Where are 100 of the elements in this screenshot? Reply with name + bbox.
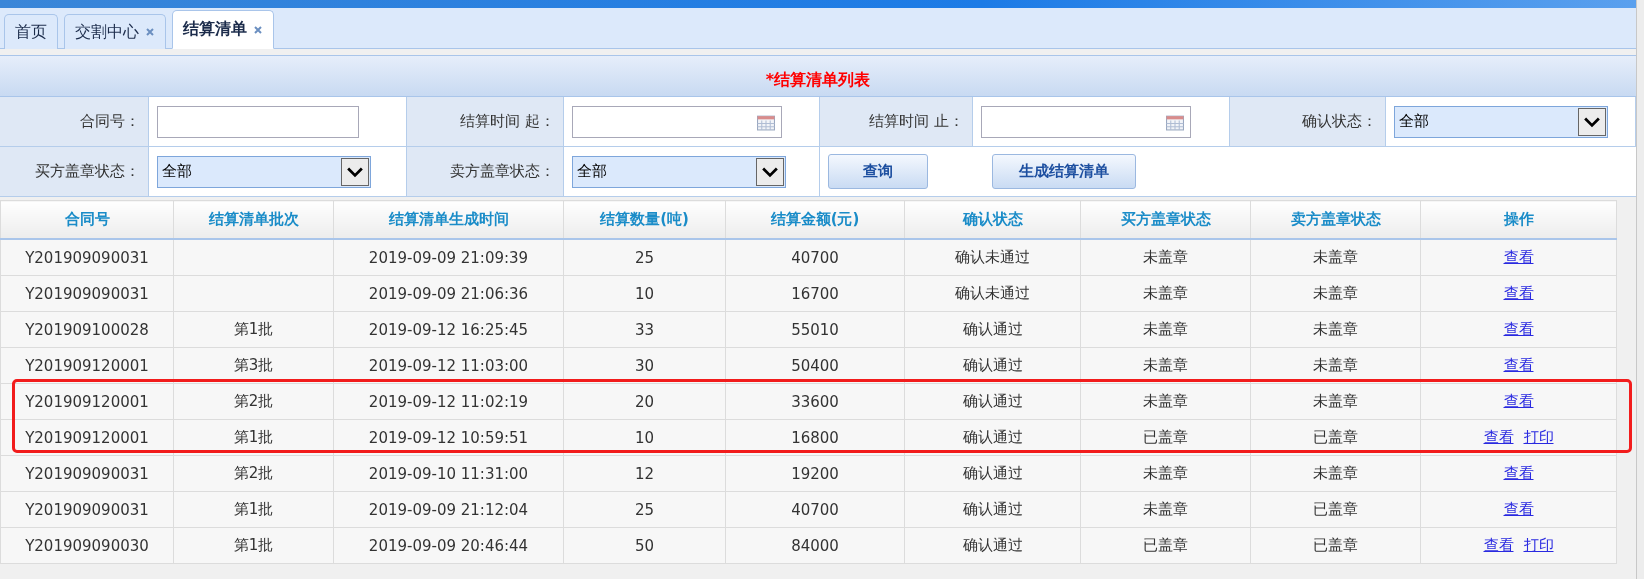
table-cell: 40700 <box>791 248 839 267</box>
link[interactable]: 查看 <box>1503 356 1534 374</box>
date-field[interactable] <box>981 105 1191 138</box>
table-cell: 12 <box>634 464 655 483</box>
panel-title: *结算清单列表 <box>765 70 871 91</box>
close-icon[interactable] <box>145 27 155 37</box>
table-cell: 已盖章 <box>1313 428 1358 446</box>
column-header: 买方盖章状态 <box>1080 200 1251 239</box>
column-header: 确认状态 <box>904 200 1081 239</box>
table-cell: 未盖章 <box>1143 284 1188 302</box>
table-cell: 未盖章 <box>1313 356 1358 374</box>
tab[interactable]: 交割中心 <box>64 14 166 49</box>
table-cell: 未盖章 <box>1143 500 1188 518</box>
link[interactable]: 查看 <box>1503 320 1534 338</box>
field-label: 卖方盖章状态： <box>450 162 555 181</box>
link[interactable]: 打印 <box>1523 428 1554 446</box>
link[interactable]: 查看 <box>1503 248 1534 266</box>
table-cell: 33 <box>634 320 655 339</box>
table-cell: 2019-09-12 11:02:19 <box>368 392 529 411</box>
table-cell: Y201909090031 <box>25 248 149 267</box>
column-header: 结算清单批次 <box>173 200 334 239</box>
table-cell: 确认通过 <box>962 392 1023 410</box>
table-cell: 2019-09-09 21:09:39 <box>368 248 529 267</box>
table-cell: 第2批 <box>233 392 274 410</box>
table-cell: 第1批 <box>233 320 274 338</box>
link[interactable]: 查看 <box>1483 536 1514 554</box>
table-cell: 未盖章 <box>1313 464 1358 482</box>
link[interactable]: 打印 <box>1523 536 1554 554</box>
column-header: 卖方盖章状态 <box>1250 200 1421 239</box>
chevron-down-icon[interactable] <box>1578 107 1606 136</box>
column-header: 合同号 <box>0 200 174 239</box>
table-cell: 未盖章 <box>1313 248 1358 266</box>
table-cell: 33600 <box>791 392 839 411</box>
field-label: 结算时间 止： <box>869 112 964 131</box>
table-cell: 确认通过 <box>962 500 1023 518</box>
table-cell: 未盖章 <box>1313 392 1358 410</box>
table-cell: 确认通过 <box>962 320 1023 338</box>
field-label: 结算时间 起： <box>460 112 555 131</box>
link[interactable]: 查看 <box>1503 392 1534 410</box>
table-cell: 第2批 <box>233 464 274 482</box>
table-cell: Y201909120001 <box>25 428 149 447</box>
link[interactable]: 查看 <box>1503 500 1534 518</box>
table-cell: Y201909090030 <box>25 536 149 555</box>
table-cell: 16800 <box>791 428 839 447</box>
table-cell: 未盖章 <box>1143 392 1188 410</box>
dropdown[interactable]: 全部 <box>1394 105 1608 138</box>
table-cell: 已盖章 <box>1313 500 1358 518</box>
table-cell: 25 <box>634 248 655 267</box>
table-cell: 25 <box>634 500 655 519</box>
table-cell: 2019-09-09 20:46:44 <box>368 536 529 555</box>
table-cell: 确认通过 <box>962 536 1023 554</box>
table-cell: 确认通过 <box>962 428 1023 446</box>
field-label: 买方盖章状态： <box>35 162 140 181</box>
table-cell: 30 <box>634 356 655 375</box>
table-cell: 未盖章 <box>1313 320 1358 338</box>
table-cell: 已盖章 <box>1313 536 1358 554</box>
table-cell: 第1批 <box>233 428 274 446</box>
link[interactable]: 查看 <box>1503 464 1534 482</box>
field-label: 确认状态： <box>1302 112 1377 131</box>
close-icon[interactable] <box>253 24 263 35</box>
date-field[interactable] <box>572 105 782 138</box>
table-cell: 2019-09-10 11:31:00 <box>368 464 529 483</box>
tab[interactable]: 首页 <box>4 14 58 49</box>
chevron-down-icon[interactable] <box>341 157 369 186</box>
dropdown[interactable]: 全部 <box>572 155 786 188</box>
table-cell: 未盖章 <box>1143 356 1188 374</box>
column-header: 结算金额(元) <box>725 200 905 239</box>
table-cell: 2019-09-12 16:25:45 <box>368 320 529 339</box>
table-cell: 2019-09-12 11:03:00 <box>368 356 529 375</box>
table-cell: 16700 <box>791 284 839 303</box>
table-cell: 2019-09-09 21:06:36 <box>368 284 529 303</box>
table-cell: 确认未通过 <box>955 248 1030 266</box>
table-cell: 2019-09-09 21:12:04 <box>368 500 529 519</box>
search-button[interactable]: 查询 <box>828 154 928 189</box>
table-cell: 10 <box>634 284 655 303</box>
column-header: 结算数量(吨) <box>563 200 726 239</box>
table-cell: 未盖章 <box>1143 464 1188 482</box>
link[interactable]: 查看 <box>1503 284 1534 302</box>
table-cell: 20 <box>634 392 655 411</box>
table-cell: 40700 <box>791 500 839 519</box>
table-cell: 55010 <box>791 320 839 339</box>
table-cell: 第1批 <box>233 500 274 518</box>
table-cell: 已盖章 <box>1143 536 1188 554</box>
table-cell: 19200 <box>791 464 839 483</box>
tab[interactable]: 结算清单 <box>172 10 274 49</box>
column-header: 结算清单生成时间 <box>333 200 564 239</box>
table-cell: 50 <box>634 536 655 555</box>
dropdown[interactable]: 全部 <box>157 155 371 188</box>
table-cell: Y201909090031 <box>25 284 149 303</box>
table-cell: Y201909090031 <box>25 500 149 519</box>
input-field[interactable] <box>157 105 359 138</box>
chevron-down-icon[interactable] <box>756 157 784 186</box>
table-cell: 未盖章 <box>1313 284 1358 302</box>
table-cell: 未盖章 <box>1143 248 1188 266</box>
generate-button[interactable]: 生成结算清单 <box>992 154 1136 189</box>
table-cell: 2019-09-12 10:59:51 <box>368 428 529 447</box>
table-cell: 10 <box>634 428 655 447</box>
table-cell: 确认通过 <box>962 464 1023 482</box>
table-cell: Y201909120001 <box>25 392 149 411</box>
link[interactable]: 查看 <box>1483 428 1514 446</box>
